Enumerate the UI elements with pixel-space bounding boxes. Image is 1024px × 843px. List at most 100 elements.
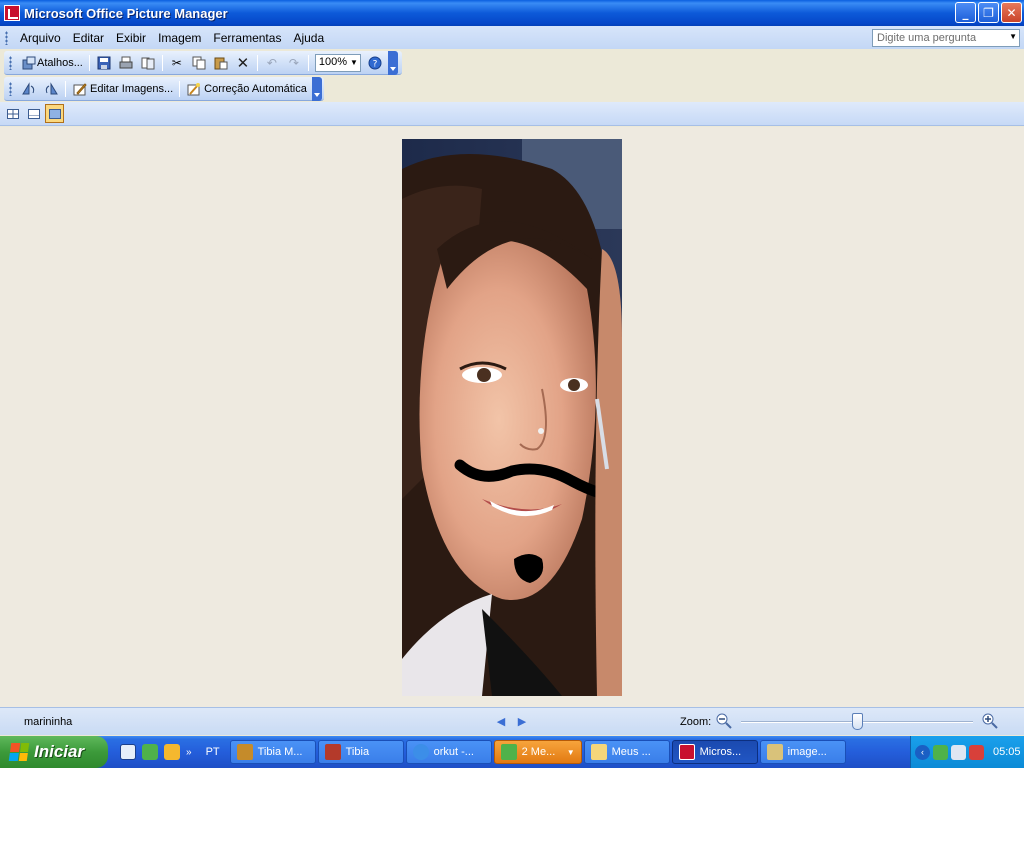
quick-launch-more-icon[interactable]: » — [186, 747, 192, 758]
redo-button[interactable]: ↷ — [283, 53, 305, 73]
picture-toolbar: Editar Imagens... Correção Automática — [4, 76, 324, 101]
toolbar-options-button[interactable] — [387, 50, 398, 75]
tibia-icon — [324, 744, 341, 760]
svg-text:?: ? — [372, 59, 377, 69]
redo-icon: ↷ — [288, 55, 299, 70]
single-picture-view-icon — [48, 108, 61, 119]
help-search-input[interactable]: Digite uma pergunta ▼ — [872, 29, 1020, 47]
task-tibia-maps[interactable]: Tibia M... — [229, 740, 316, 764]
task-messenger[interactable]: 2 Me... ▼ — [493, 740, 582, 764]
copy-button[interactable] — [188, 53, 210, 73]
task-orkut[interactable]: orkut -... — [405, 740, 492, 764]
toolbar-separator — [161, 54, 163, 71]
print-button[interactable] — [115, 53, 137, 73]
minimize-button[interactable]: _ — [955, 2, 976, 23]
paste-icon — [213, 55, 229, 71]
copy-icon — [191, 55, 207, 71]
menu-arquivo[interactable]: Arquivo — [14, 31, 67, 45]
menu-imagem[interactable]: Imagem — [152, 31, 207, 45]
delete-button[interactable]: ✕ — [232, 53, 254, 73]
menu-exibir[interactable]: Exibir — [110, 31, 152, 45]
toolbar-separator — [179, 80, 181, 97]
toolbar-grip[interactable] — [9, 81, 12, 96]
clock-icon[interactable] — [164, 744, 180, 760]
messenger-icon[interactable] — [142, 744, 158, 760]
media-player-icon[interactable] — [120, 744, 136, 760]
single-picture-view-button[interactable] — [45, 104, 64, 123]
toolbar-options-button[interactable] — [311, 76, 322, 101]
picture-canvas — [0, 127, 1024, 707]
thumbnail-view-button[interactable] — [3, 104, 22, 123]
zoom-select[interactable]: 100% ▼ — [314, 53, 361, 72]
filmstrip-view-button[interactable] — [24, 104, 43, 123]
zoom-slider-thumb[interactable] — [851, 713, 863, 730]
zoom-out-icon[interactable] — [716, 713, 732, 729]
window-title: Microsoft Office Picture Manager — [24, 5, 228, 21]
shortcuts-button[interactable]: Atalhos... — [18, 53, 86, 73]
msn-tray-icon[interactable] — [933, 744, 948, 760]
task-my-documents[interactable]: Meus ... — [583, 740, 670, 764]
task-label: image... — [787, 746, 827, 758]
task-image-paint[interactable]: image... — [759, 740, 846, 764]
toolbar-separator — [256, 54, 258, 71]
undo-button[interactable]: ↶ — [261, 53, 283, 73]
task-picture-manager[interactable]: Micros... — [671, 740, 758, 764]
auto-correct-button[interactable]: Correção Automática — [183, 79, 310, 99]
undo-icon: ↶ — [266, 55, 277, 70]
task-label: Tibia M... — [257, 746, 303, 758]
shortcuts-label: Atalhos... — [37, 56, 83, 69]
restore-button[interactable]: ❐ — [978, 2, 999, 23]
standard-toolbar: Atalhos... ✂ ✕ ↶ ↷ 100% ▼ ? — [4, 50, 402, 75]
menu-ajuda[interactable]: Ajuda — [287, 31, 330, 45]
menu-editar[interactable]: Editar — [67, 31, 110, 45]
desktop-screen: Microsoft Office Picture Manager _ ❐ ✕ A… — [0, 0, 1024, 768]
chevron-down-icon[interactable]: ▼ — [1009, 32, 1017, 41]
preview-button[interactable] — [137, 53, 159, 73]
cut-button[interactable]: ✂ — [166, 53, 188, 73]
next-picture-icon[interactable]: ▶ — [516, 714, 528, 728]
task-tibia[interactable]: Tibia — [317, 740, 404, 764]
zoom-label: Zoom: — [680, 716, 712, 728]
start-button[interactable]: Iniciar — [0, 736, 108, 768]
save-button[interactable] — [93, 53, 115, 73]
security-icon[interactable] — [969, 744, 984, 760]
edit-pictures-label: Editar Imagens... — [90, 82, 174, 95]
status-bar: marininha ◀ ▶ Zoom: — [0, 707, 1024, 735]
language-indicator[interactable]: PT — [206, 746, 220, 758]
file-name: marininha — [24, 716, 73, 728]
msn-messenger-icon — [500, 744, 517, 760]
shortcuts-icon — [21, 55, 37, 71]
task-label: orkut -... — [433, 746, 474, 758]
edit-pictures-button[interactable]: Editar Imagens... — [69, 79, 176, 99]
volume-icon[interactable] — [951, 744, 966, 760]
zoom-in-icon[interactable] — [982, 713, 998, 729]
save-icon — [96, 55, 112, 71]
help-search-placeholder: Digite uma pergunta — [877, 32, 977, 44]
picture-manager-icon[interactable] — [4, 5, 20, 21]
displayed-picture[interactable] — [402, 139, 622, 696]
task-label: Tibia — [345, 746, 370, 758]
clock: 05:05 — [993, 746, 1021, 758]
previous-picture-icon[interactable]: ◀ — [495, 714, 507, 728]
thumbnail-view-icon — [6, 108, 19, 119]
internet-explorer-icon — [412, 744, 429, 760]
tray-expand-icon[interactable]: ‹ — [915, 744, 930, 760]
auto-correct-label: Correção Automática — [204, 82, 307, 95]
rotate-right-button[interactable] — [40, 79, 62, 99]
menu-grip[interactable] — [5, 30, 8, 45]
toolbar-separator — [65, 80, 66, 97]
photo-image — [402, 139, 622, 696]
close-button[interactable]: ✕ — [1001, 2, 1022, 23]
rotate-left-button[interactable] — [18, 79, 40, 99]
title-bar[interactable]: Microsoft Office Picture Manager _ ❐ ✕ — [0, 0, 1024, 26]
chevron-down-icon[interactable]: ▼ — [350, 58, 358, 67]
scissors-icon: ✂ — [171, 55, 182, 70]
menu-ferramentas[interactable]: Ferramentas — [207, 31, 287, 45]
menu-bar: Arquivo Editar Exibir Imagem Ferramentas… — [0, 26, 1024, 49]
paste-button[interactable] — [210, 53, 232, 73]
toolbar-grip[interactable] — [9, 55, 12, 70]
task-label: 2 Me... — [521, 746, 556, 758]
chevron-down-icon[interactable]: ▼ — [567, 748, 575, 757]
help-button[interactable]: ? — [364, 53, 386, 73]
edit-pictures-icon — [72, 81, 88, 97]
